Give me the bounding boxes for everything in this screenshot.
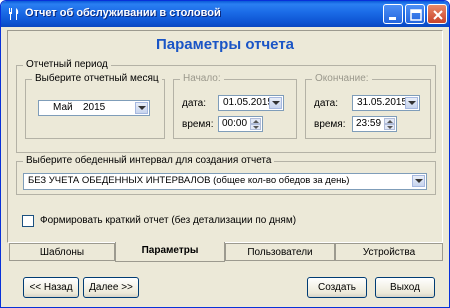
interval-select[interactable]: БЕЗ УЧЕТА ОБЕДЕННЫХ ИНТЕРВАЛОВ (общее ко… bbox=[23, 173, 427, 190]
window-title: Отчет об обслуживании в столовой bbox=[25, 7, 221, 19]
brief-report-checkbox[interactable] bbox=[22, 215, 34, 227]
start-date-label: дата: bbox=[182, 98, 206, 109]
panel-title: Параметры отчета bbox=[155, 36, 295, 53]
interval-value: БЕЗ УЧЕТА ОБЕДЕННЫХ ИНТЕРВАЛОВ (общее ко… bbox=[28, 175, 350, 186]
fork-knife-icon bbox=[7, 7, 21, 21]
close-button[interactable] bbox=[427, 4, 447, 24]
end-time-label: время: bbox=[314, 119, 346, 130]
parameters-panel: Параметры отчета Отчетный период Выберит… bbox=[7, 30, 443, 243]
period-group: Отчетный период Выберите отчетный месяц … bbox=[16, 59, 436, 153]
year-value: 2015 bbox=[83, 102, 106, 113]
end-time-spinner[interactable]: 23:59 bbox=[352, 116, 397, 132]
start-date-value: 01.05.2015 bbox=[223, 97, 274, 108]
end-date-picker[interactable]: 31.05.2015 bbox=[352, 95, 420, 111]
tab-parameters[interactable]: Параметры bbox=[115, 242, 225, 262]
tab-templates[interactable]: Шаблоны bbox=[9, 243, 115, 261]
minimize-icon bbox=[389, 17, 396, 20]
month-group: Выберите отчетный месяц Май 2015 bbox=[25, 73, 165, 139]
chevron-down-icon[interactable] bbox=[412, 175, 425, 187]
start-label: Начало: bbox=[180, 73, 224, 84]
app-window: Отчет об обслуживании в столовой Парамет… bbox=[0, 0, 450, 308]
end-label: Окончание: bbox=[312, 73, 372, 84]
maximize-button[interactable] bbox=[405, 4, 425, 24]
close-icon bbox=[433, 10, 443, 20]
month-value: Май bbox=[53, 102, 73, 113]
end-date-value: 31.05.2015 bbox=[357, 97, 408, 108]
brief-report-label: Формировать краткий отчет (без детализац… bbox=[40, 215, 297, 226]
brief-report-option[interactable]: Формировать краткий отчет (без детализац… bbox=[22, 215, 342, 229]
start-time-spinner[interactable]: 00:00 bbox=[218, 116, 263, 132]
interval-group: Выберите обеденный интервал для создания… bbox=[16, 155, 436, 195]
interval-label: Выберите обеденный интервал для создания… bbox=[23, 155, 275, 166]
chevron-down-icon[interactable] bbox=[405, 97, 418, 109]
month-group-label: Выберите отчетный месяц bbox=[32, 73, 162, 84]
spin-down-icon[interactable] bbox=[384, 124, 395, 130]
create-button[interactable]: Создать bbox=[307, 277, 367, 298]
start-date-picker[interactable]: 01.05.2015 bbox=[218, 95, 284, 111]
start-group: Начало: дата: 01.05.2015 время: 00:00 bbox=[173, 73, 297, 139]
month-select[interactable]: Май 2015 bbox=[38, 100, 150, 116]
maximize-icon bbox=[410, 9, 422, 21]
chevron-down-icon[interactable] bbox=[135, 102, 148, 114]
exit-button[interactable]: Выход bbox=[375, 277, 435, 298]
back-button[interactable]: << Назад bbox=[23, 277, 79, 298]
period-label: Отчетный период bbox=[23, 59, 111, 70]
spin-down-icon[interactable] bbox=[250, 124, 261, 130]
start-time-label: время: bbox=[182, 119, 214, 130]
end-group: Окончание: дата: 31.05.2015 время: 23:59 bbox=[305, 73, 431, 139]
chevron-down-icon[interactable] bbox=[269, 97, 282, 109]
title-bar[interactable]: Отчет об обслуживании в столовой bbox=[1, 1, 449, 27]
start-time-value: 00:00 bbox=[222, 118, 248, 129]
end-time-value: 23:59 bbox=[356, 118, 382, 129]
tab-devices[interactable]: Устройства bbox=[335, 243, 443, 261]
end-date-label: дата: bbox=[314, 98, 338, 109]
tab-users[interactable]: Пользователи bbox=[225, 243, 335, 261]
minimize-button[interactable] bbox=[383, 4, 403, 24]
next-button[interactable]: Далее >> bbox=[83, 277, 139, 298]
